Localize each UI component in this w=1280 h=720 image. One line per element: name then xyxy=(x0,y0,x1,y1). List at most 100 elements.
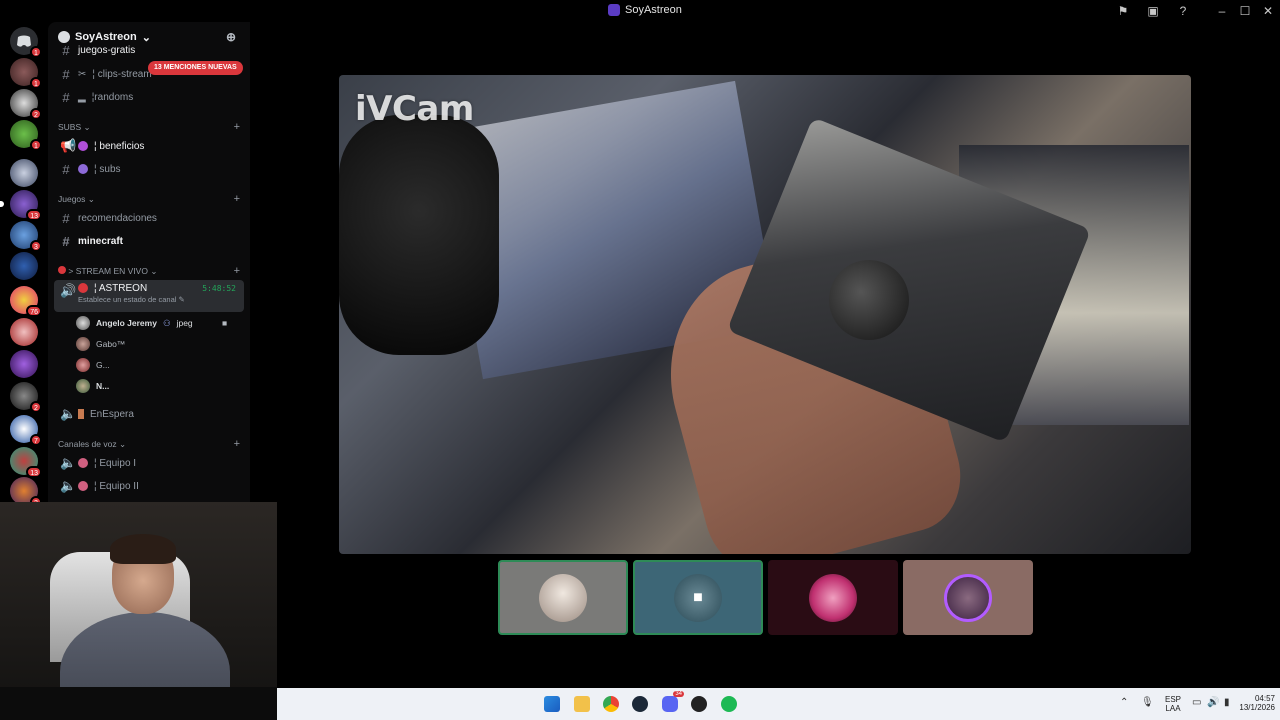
channel-recomendaciones[interactable]: # recomendaciones xyxy=(54,208,244,228)
chevron-up-icon[interactable]: ⌃ xyxy=(1120,697,1128,708)
participant-tile[interactable]: ■ xyxy=(633,560,763,635)
spotify-icon[interactable] xyxy=(721,696,737,712)
window-title: SoyAstreon xyxy=(608,4,682,16)
channel-list: SoyAstreon ⌄ ⊕ # juegos-gratis # ✂ ¦ cli… xyxy=(48,22,250,502)
server-icon[interactable]: 3 xyxy=(10,221,42,252)
channel-label: ¦randoms xyxy=(91,91,134,103)
server-settings-icon xyxy=(58,31,70,43)
maximize-icon[interactable]: ☐ xyxy=(1237,3,1253,19)
volume-icon[interactable]: 🔊 xyxy=(1207,697,1219,708)
microphone-icon[interactable]: 🎙 xyxy=(1141,697,1154,708)
windows-start-icon[interactable] xyxy=(544,696,560,712)
steam-icon[interactable] xyxy=(632,696,648,712)
close-icon[interactable]: ✕ xyxy=(1260,3,1276,19)
channel-minecraft[interactable]: # minecraft xyxy=(54,231,244,251)
category-label: Juegos xyxy=(58,193,86,204)
server-badge: 13 xyxy=(26,209,42,221)
voice-user[interactable]: N... xyxy=(76,377,109,395)
server-icon[interactable]: 1 xyxy=(10,120,42,151)
speaker-icon: 🔈 xyxy=(60,478,77,493)
category-stream-en-vivo[interactable]: > STREAM EN VIVO ⌄ + xyxy=(58,264,240,278)
emoji-icon xyxy=(78,481,88,491)
hash-icon: # xyxy=(62,233,70,249)
obs-icon[interactable] xyxy=(691,696,707,712)
channel-label: ¦ beneficios xyxy=(94,140,145,152)
clock-time: 04:57 xyxy=(1254,694,1275,703)
voice-user[interactable]: G... xyxy=(76,356,110,374)
channel-label: ¦ ASTREON xyxy=(94,283,148,294)
server-icon[interactable]: 13 xyxy=(0,190,42,221)
clock[interactable]: 04:57 13/1/2026 xyxy=(1237,694,1275,712)
add-channel-icon[interactable]: + xyxy=(234,121,240,133)
chrome-icon[interactable] xyxy=(603,696,619,712)
category-label: Canales de voz xyxy=(58,438,117,449)
hash-icon: # xyxy=(62,89,70,105)
server-icon[interactable]: 13 xyxy=(10,447,42,478)
discord-home-icon[interactable]: 1 xyxy=(10,27,42,58)
server-badge: 3 xyxy=(30,240,42,252)
help-icon[interactable]: ? xyxy=(1175,3,1191,19)
avatar xyxy=(944,573,992,622)
server-icon[interactable] xyxy=(10,252,38,280)
server-icon[interactable] xyxy=(10,350,38,378)
add-channel-icon[interactable]: + xyxy=(234,193,240,205)
window-title-text: SoyAstreon xyxy=(625,4,682,16)
main-video-stream[interactable]: iVCam xyxy=(339,75,1191,554)
add-channel-icon[interactable]: + xyxy=(234,265,240,277)
category-subs[interactable]: SUBS ⌄ + xyxy=(58,120,240,134)
chevron-down-icon: ⌄ xyxy=(141,31,151,44)
participant-tile[interactable] xyxy=(768,560,898,635)
webcam-desk xyxy=(0,687,277,720)
voice-user[interactable]: Angelo Jeremy ⚇ jpeg ■ xyxy=(76,314,227,332)
discord-icon[interactable]: 34 xyxy=(662,691,684,712)
server-icon[interactable]: 1 xyxy=(10,58,42,89)
channel-subs[interactable]: # ¦ subs xyxy=(54,159,244,179)
emoji-icon xyxy=(78,164,88,174)
category-juegos[interactable]: Juegos ⌄ + xyxy=(58,192,240,206)
add-channel-icon[interactable]: + xyxy=(234,438,240,450)
voice-channel-enespera[interactable]: 🔈 EnEspera xyxy=(54,404,244,424)
category-label: > STREAM EN VIVO xyxy=(68,265,148,276)
server-icon[interactable]: 2 xyxy=(10,89,42,120)
server-icon[interactable] xyxy=(10,159,38,187)
server-badge: 1 xyxy=(30,46,42,58)
channel-beneficios[interactable]: 📢 ¦ beneficios xyxy=(54,136,244,156)
channel-label: ¦ Equipo II xyxy=(94,480,139,492)
video-scene-knob xyxy=(829,260,909,340)
invite-user-icon[interactable]: ⊕ xyxy=(226,30,236,44)
selected-indicator xyxy=(0,201,4,207)
participant-tile[interactable] xyxy=(903,560,1033,635)
channel-status-prompt[interactable]: Establece un estado de canal ✎ xyxy=(78,295,185,304)
server-icon[interactable]: 7 xyxy=(10,415,42,446)
speaker-icon: 🔈 xyxy=(60,406,77,421)
channel-randoms[interactable]: # ▂ ¦randoms xyxy=(54,87,244,107)
keyboard-layout: LAA xyxy=(1165,704,1181,713)
voice-channel-equipo-1[interactable]: 🔈 ¦ Equipo I xyxy=(54,453,244,473)
inbox-icon[interactable]: ▣ xyxy=(1145,3,1161,19)
flag-icon[interactable]: ⚑ xyxy=(1115,3,1131,19)
new-mentions-pill[interactable]: 13 MENCIONES NUEVAS xyxy=(148,61,243,75)
battery-icon[interactable]: ▮ xyxy=(1224,697,1230,708)
minimize-icon[interactable]: – xyxy=(1214,3,1230,19)
category-canales-de-voz[interactable]: Canales de voz ⌄ + xyxy=(58,437,240,451)
video-watermark: iVCam xyxy=(355,89,474,129)
voice-channel-astreon[interactable]: 🔊 ¦ ASTREON 5:48:52 Establece un estado … xyxy=(54,280,244,312)
clock-date: 13/1/2026 xyxy=(1239,703,1275,712)
server-icon[interactable]: 76 xyxy=(10,286,42,317)
participant-tile[interactable] xyxy=(498,560,628,635)
display-icon[interactable]: ▭ xyxy=(1192,697,1201,708)
language-indicator[interactable]: ESP LAA xyxy=(1165,695,1181,713)
server-icon[interactable]: 2 xyxy=(10,382,42,413)
voice-channel-equipo-2[interactable]: 🔈 ¦ Equipo II xyxy=(54,476,244,496)
megaphone-icon: 📢 xyxy=(60,138,77,153)
channel-label: ¦ subs xyxy=(94,163,121,175)
channel-label: ¦ clips-stream xyxy=(92,68,152,80)
channel-juegos-gratis[interactable]: # juegos-gratis xyxy=(54,44,244,56)
server-icon[interactable]: 2 xyxy=(10,477,42,508)
scissors-icon: ✂ xyxy=(78,68,87,80)
server-icon[interactable] xyxy=(10,318,38,346)
server-badge: 2 xyxy=(30,401,42,413)
voice-user[interactable]: Gabo™ xyxy=(76,335,125,353)
file-explorer-icon[interactable] xyxy=(574,696,590,712)
voice-user-name: G... xyxy=(96,360,110,370)
